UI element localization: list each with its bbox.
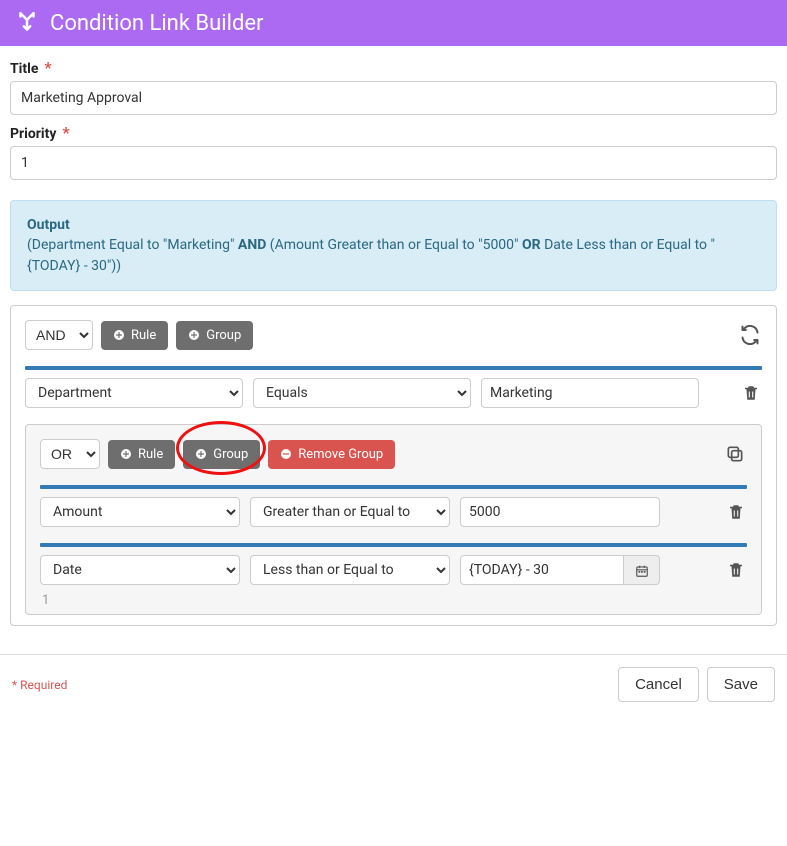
delete-rule-button[interactable] — [740, 382, 762, 404]
rule-row: Date Less than or Equal to — [40, 555, 747, 585]
save-button[interactable]: Save — [707, 667, 775, 702]
output-fragment: (Amount Greater than or Equal to "5000" — [266, 237, 522, 253]
outer-group-toolbar: AND Rule Group — [25, 320, 762, 350]
title-label: Title — [10, 61, 38, 77]
title-field-row: Title * — [10, 58, 777, 115]
rule-operator-select[interactable]: Equals — [253, 378, 471, 408]
outer-mode-select[interactable]: AND — [25, 320, 93, 350]
plus-circle-icon — [188, 328, 200, 343]
delete-rule-button[interactable] — [725, 501, 747, 523]
title-input[interactable] — [10, 81, 777, 115]
priority-label: Priority — [10, 126, 56, 142]
inner-group-toolbar: OR Rule Group Remove Group — [40, 439, 747, 469]
rule-operator-select[interactable]: Less than or Equal to — [250, 555, 450, 585]
app-header: Condition Link Builder — [0, 0, 787, 46]
trash-icon — [727, 561, 745, 579]
required-mark: * — [44, 58, 51, 77]
rule-value-input[interactable] — [460, 555, 624, 585]
rule-separator — [40, 485, 747, 489]
page-title: Condition Link Builder — [50, 11, 264, 36]
footer-bar: * Required Cancel Save — [0, 654, 787, 716]
output-label: Output — [27, 215, 760, 235]
inner-group: OR Rule Group Remove Group — [25, 424, 762, 615]
delete-rule-button[interactable] — [725, 559, 747, 581]
cancel-button[interactable]: Cancel — [618, 667, 699, 702]
priority-field-row: Priority * — [10, 123, 777, 180]
trash-icon — [727, 503, 745, 521]
btn-label: Rule — [131, 328, 156, 343]
rule-operator-select[interactable]: Greater than or Equal to — [250, 497, 450, 527]
refresh-button[interactable] — [738, 323, 762, 347]
priority-input[interactable] — [10, 146, 777, 180]
required-star: * — [12, 678, 17, 692]
rule-row: Amount Greater than or Equal to — [40, 497, 747, 527]
copy-group-button[interactable] — [723, 442, 747, 466]
output-and: AND — [238, 237, 266, 253]
calendar-icon — [635, 562, 649, 577]
branch-icon — [14, 10, 50, 36]
add-rule-button[interactable]: Rule — [101, 321, 168, 350]
output-fragment: (Department Equal to "Marketing" — [27, 237, 238, 253]
btn-label: Group — [206, 328, 241, 343]
remove-group-button[interactable]: Remove Group — [268, 440, 395, 469]
refresh-icon — [740, 325, 760, 345]
minus-circle-icon — [280, 447, 292, 462]
rule-field-select[interactable]: Date — [40, 555, 240, 585]
condition-builder: AND Rule Group — [10, 305, 777, 626]
btn-label: Rule — [138, 447, 163, 462]
output-panel: Output (Department Equal to "Marketing" … — [10, 200, 777, 291]
rule-field-select[interactable]: Amount — [40, 497, 240, 527]
required-mark: * — [62, 123, 69, 142]
plus-circle-icon — [195, 447, 207, 462]
form-fields: Title * Priority * — [0, 46, 787, 192]
rule-field-select[interactable]: Department — [25, 378, 243, 408]
rule-row: Department Equals — [25, 378, 762, 408]
required-text: Required — [20, 678, 67, 692]
rule-separator — [40, 543, 747, 547]
required-note: * Required — [12, 678, 67, 692]
trash-icon — [742, 384, 760, 402]
inner-mode-select[interactable]: OR — [40, 439, 100, 469]
btn-label: Group — [213, 447, 248, 462]
copy-icon — [725, 444, 745, 464]
output-expression: (Department Equal to "Marketing" AND (Am… — [27, 235, 760, 276]
rule-separator — [25, 366, 762, 370]
date-picker-button[interactable] — [624, 555, 660, 585]
add-rule-button[interactable]: Rule — [108, 440, 175, 469]
btn-label: Remove Group — [298, 447, 383, 462]
rule-value-input[interactable] — [481, 378, 699, 408]
plus-circle-icon — [113, 328, 125, 343]
add-group-button[interactable]: Group — [176, 321, 253, 350]
output-or: OR — [522, 237, 541, 253]
add-group-button[interactable]: Group — [183, 440, 260, 469]
group-index: 1 — [42, 593, 747, 608]
plus-circle-icon — [120, 447, 132, 462]
rule-value-input[interactable] — [460, 497, 660, 527]
date-input-group — [460, 555, 660, 585]
